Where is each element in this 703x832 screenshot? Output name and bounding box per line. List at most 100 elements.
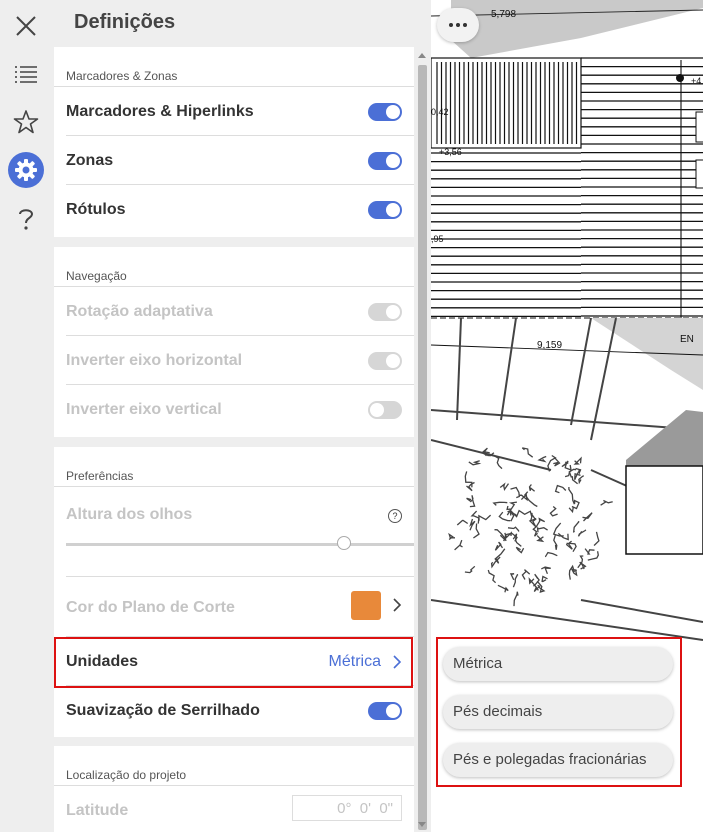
help-icon[interactable]: ? bbox=[388, 509, 402, 523]
tree-scribble bbox=[510, 486, 520, 499]
row-label: Zonas bbox=[66, 152, 114, 169]
more-icon bbox=[456, 23, 460, 27]
toggle-knob bbox=[386, 105, 400, 119]
viewer-app: Definições Marcadores & Zonas Marcadores… bbox=[0, 0, 703, 832]
tree-scribble bbox=[456, 519, 469, 526]
chevron-right-icon bbox=[393, 655, 402, 669]
tree-scribble bbox=[487, 569, 497, 584]
units-label: Unidades bbox=[66, 653, 139, 670]
tree-scribble bbox=[561, 460, 569, 468]
tree-scribble bbox=[454, 539, 463, 551]
more-icon bbox=[449, 23, 453, 27]
panel-scrollbar[interactable] bbox=[414, 47, 431, 832]
toggle-knob bbox=[386, 354, 400, 368]
gear-icon bbox=[15, 159, 37, 181]
favorites-button[interactable] bbox=[5, 103, 47, 141]
settings-button[interactable] bbox=[5, 151, 47, 189]
row-latitude: Latitude 0° 0' 0" bbox=[66, 786, 414, 832]
cut-plane-color-swatch[interactable] bbox=[351, 591, 381, 620]
tree-scribble bbox=[466, 481, 475, 492]
zones-toggle[interactable] bbox=[368, 152, 402, 170]
tree-scribble bbox=[521, 569, 531, 580]
tree-scribble bbox=[584, 548, 595, 555]
dim-label-2: +4 bbox=[691, 76, 701, 86]
dim-label-1: 5,798 bbox=[491, 9, 516, 20]
adaptive-rotation-toggle[interactable] bbox=[368, 303, 402, 321]
list-button[interactable] bbox=[5, 55, 47, 93]
unit-option-fractional-feet-inches[interactable]: Pés e polegadas fracionárias bbox=[443, 743, 673, 777]
row-antialiasing: Suavização de Serrilhado bbox=[66, 686, 414, 735]
dim-label-6: 9,159 bbox=[537, 340, 562, 351]
cut-plane-label: Cor do Plano de Corte bbox=[66, 599, 235, 616]
tree-scribble bbox=[549, 506, 558, 517]
chevron-right-icon bbox=[393, 598, 402, 612]
toggle-knob bbox=[386, 704, 400, 718]
tree-scribble bbox=[587, 551, 599, 561]
tree-scribble bbox=[541, 575, 548, 583]
row-zones: Zonas bbox=[66, 136, 414, 185]
scroll-up-arrow[interactable] bbox=[418, 53, 426, 58]
units-value: Métrica bbox=[328, 653, 381, 670]
more-options-button[interactable] bbox=[437, 8, 479, 42]
tree-scribble bbox=[528, 484, 536, 492]
bookmarks-toggle[interactable] bbox=[368, 103, 402, 121]
scroll-down-arrow[interactable] bbox=[418, 822, 426, 827]
tree-scribble bbox=[521, 447, 534, 458]
section-preferences: Preferências Altura dos olhos ? Cor do P… bbox=[54, 447, 414, 737]
eye-height-slider-track[interactable] bbox=[66, 543, 414, 546]
tree-scribble bbox=[568, 506, 574, 514]
tree-scribble bbox=[492, 501, 508, 506]
close-button[interactable] bbox=[5, 7, 47, 45]
close-icon bbox=[16, 16, 36, 36]
tree-scribble bbox=[553, 535, 558, 550]
latitude-field[interactable]: 0° 0' 0" bbox=[292, 795, 402, 821]
row-invert-horizontal: Inverter eixo horizontal bbox=[66, 336, 414, 385]
scroll-thumb[interactable] bbox=[418, 65, 427, 830]
tree-scribble bbox=[577, 529, 587, 537]
tree-scribble bbox=[528, 518, 537, 528]
tree-scribble bbox=[600, 499, 613, 506]
icon-rail bbox=[0, 0, 53, 832]
eye-height-slider-thumb[interactable] bbox=[337, 536, 352, 550]
tree-scribble bbox=[537, 455, 547, 463]
tree-scribble bbox=[554, 484, 567, 494]
row-label: Marcadores & Hiperlinks bbox=[66, 103, 254, 120]
tree-scribble bbox=[494, 541, 504, 551]
question-icon bbox=[19, 209, 34, 230]
invert-horizontal-toggle[interactable] bbox=[368, 352, 402, 370]
row-label: Rotação adaptativa bbox=[66, 303, 213, 320]
tree-scribble bbox=[497, 584, 509, 593]
tree-scribble bbox=[572, 520, 580, 533]
row-cut-plane-color[interactable]: Cor do Plano de Corte bbox=[66, 577, 414, 637]
tree-scribble bbox=[544, 551, 558, 558]
tree-scribble bbox=[541, 566, 551, 575]
labels-toggle[interactable] bbox=[368, 201, 402, 219]
tree-scribble bbox=[536, 535, 545, 543]
row-label: Rótulos bbox=[66, 201, 126, 218]
settings-scroll-area[interactable]: Marcadores & Zonas Marcadores & Hiperlin… bbox=[53, 47, 414, 832]
help-button[interactable] bbox=[5, 200, 47, 238]
section-bookmarks-zones: Marcadores & Zonas Marcadores & Hiperlin… bbox=[54, 47, 414, 237]
unit-option-decimal-feet[interactable]: Pés decimais bbox=[443, 695, 673, 729]
tree-scribble bbox=[469, 518, 476, 531]
section-header: Localização do projeto bbox=[54, 746, 414, 786]
row-adaptive-rotation: Rotação adaptativa bbox=[66, 287, 414, 336]
toggle-knob bbox=[386, 305, 400, 319]
row-invert-vertical: Inverter eixo vertical bbox=[66, 385, 414, 434]
tree-scribble bbox=[535, 517, 546, 528]
tree-scribble bbox=[468, 460, 482, 466]
tree-scribble bbox=[499, 482, 510, 492]
settings-panel: Definições Marcadores & Zonas Marcadores… bbox=[53, 0, 431, 832]
list-icon bbox=[15, 66, 37, 83]
antialias-toggle[interactable] bbox=[368, 702, 402, 720]
invert-vertical-toggle[interactable] bbox=[368, 401, 402, 419]
section-project-location: Localização do projeto Latitude 0° 0' 0" bbox=[54, 746, 414, 832]
units-menu: Métrica Pés decimais Pés e polegadas fra… bbox=[436, 637, 682, 787]
settings-active-indicator bbox=[8, 152, 44, 188]
tree-scribble bbox=[573, 456, 582, 465]
tree-scribble bbox=[478, 514, 492, 521]
row-units[interactable]: Unidades Métrica bbox=[66, 637, 414, 686]
section-header: Preferências bbox=[54, 447, 414, 487]
unit-option-metric[interactable]: Métrica bbox=[443, 647, 673, 681]
tree-scribble bbox=[515, 546, 525, 554]
